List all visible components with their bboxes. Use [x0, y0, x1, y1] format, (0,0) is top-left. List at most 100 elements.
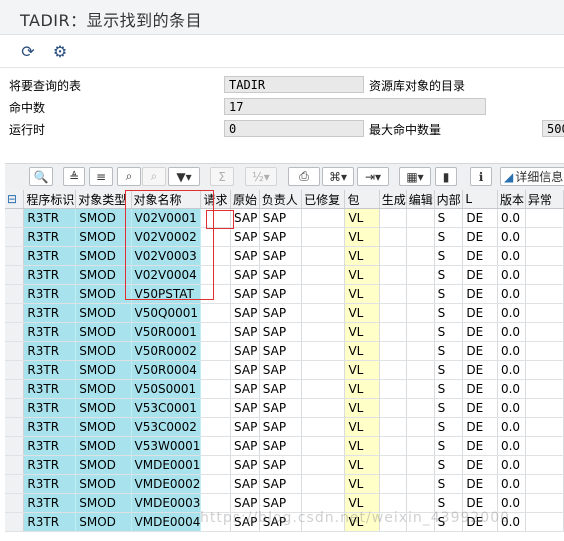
table-row[interactable]: R3TR SMOD VMDE0001 SAP SAP VL S DE 0.0 [5, 455, 564, 475]
row-selector[interactable] [5, 436, 25, 456]
table-cell[interactable] [525, 512, 564, 532]
table-cell[interactable]: DE [462, 360, 498, 380]
row-selector[interactable] [5, 493, 25, 513]
table-cell[interactable]: VMDE0003 [131, 493, 202, 513]
table-cell[interactable]: R3TR [23, 246, 77, 266]
table-cell[interactable]: VL [344, 303, 380, 323]
column-header[interactable]: 异常 [525, 190, 564, 209]
table-cell[interactable]: S [434, 246, 464, 266]
table-cell[interactable]: S [434, 322, 464, 342]
table-cell[interactable]: SAP [259, 360, 303, 380]
table-cell[interactable]: SAP [230, 246, 260, 266]
table-cell[interactable]: VL [344, 455, 380, 475]
filter-icon[interactable]: ▼▾ [168, 167, 200, 186]
table-cell[interactable] [200, 455, 232, 475]
table-cell[interactable] [379, 322, 407, 342]
table-cell[interactable]: R3TR [23, 436, 77, 456]
table-cell[interactable] [525, 455, 564, 475]
row-selector[interactable] [5, 208, 25, 228]
table-cell[interactable] [525, 493, 564, 513]
print-icon[interactable]: ⎙ [288, 167, 320, 186]
sort-descending-icon[interactable]: ≡ [89, 167, 113, 186]
table-cell[interactable] [525, 265, 564, 285]
table-row[interactable]: R3TR SMOD V50R0001 SAP SAP VL S DE 0.0 [5, 322, 564, 342]
table-cell[interactable] [406, 436, 435, 456]
table-cell[interactable]: 0.0 [497, 379, 526, 399]
table-cell[interactable]: VL [344, 341, 380, 361]
table-cell[interactable]: 0.0 [497, 474, 526, 494]
table-cell[interactable]: SAP [230, 284, 260, 304]
table-cell[interactable]: SAP [230, 265, 260, 285]
row-selector[interactable] [5, 455, 25, 475]
table-field[interactable]: TADIR [224, 76, 364, 93]
table-cell[interactable]: SAP [230, 398, 260, 418]
find-icon[interactable]: ⌕ [117, 167, 141, 186]
table-cell[interactable]: 0.0 [497, 398, 526, 418]
table-cell[interactable]: DE [462, 474, 498, 494]
row-selector[interactable] [5, 398, 25, 418]
table-cell[interactable]: S [434, 360, 464, 380]
table-cell[interactable]: DE [462, 398, 498, 418]
table-cell[interactable] [379, 379, 407, 399]
table-cell[interactable]: DE [462, 341, 498, 361]
table-row[interactable]: R3TR SMOD V02V0003 SAP SAP VL S DE 0.0 [5, 246, 564, 266]
table-cell[interactable] [525, 379, 564, 399]
table-cell[interactable]: SMOD [75, 246, 132, 266]
row-selector[interactable] [5, 474, 25, 494]
table-row[interactable]: R3TR SMOD V02V0004 SAP SAP VL S DE 0.0 [5, 265, 564, 285]
row-selector[interactable] [5, 265, 25, 285]
table-cell[interactable]: VL [344, 436, 380, 456]
table-cell[interactable]: V50Q0001 [131, 303, 202, 323]
table-cell[interactable]: VL [344, 417, 380, 437]
table-cell[interactable]: S [434, 455, 464, 475]
table-cell[interactable]: SAP [230, 360, 260, 380]
table-cell[interactable] [406, 227, 435, 247]
table-cell[interactable]: R3TR [23, 379, 77, 399]
table-row[interactable]: R3TR SMOD V50R0002 SAP SAP VL S DE 0.0 [5, 341, 564, 361]
table-cell[interactable] [525, 341, 564, 361]
table-cell[interactable]: R3TR [23, 417, 77, 437]
table-cell[interactable]: S [434, 398, 464, 418]
table-cell[interactable]: R3TR [23, 493, 77, 513]
table-cell[interactable]: SAP [230, 341, 260, 361]
table-cell[interactable] [406, 284, 435, 304]
table-cell[interactable]: 0.0 [497, 417, 526, 437]
row-selector[interactable] [5, 284, 25, 304]
table-cell[interactable]: SAP [230, 227, 260, 247]
table-cell[interactable]: SAP [230, 208, 260, 228]
table-cell[interactable] [200, 398, 232, 418]
table-cell[interactable]: SAP [259, 284, 303, 304]
table-cell[interactable]: R3TR [23, 512, 77, 532]
table-cell[interactable] [200, 417, 232, 437]
table-cell[interactable] [301, 360, 346, 380]
table-cell[interactable]: VL [344, 246, 380, 266]
table-cell[interactable]: R3TR [23, 398, 77, 418]
table-cell[interactable]: SAP [259, 208, 303, 228]
table-cell[interactable]: SMOD [75, 208, 132, 228]
table-cell[interactable]: DE [462, 208, 498, 228]
table-cell[interactable]: VMDE0001 [131, 455, 202, 475]
table-cell[interactable] [379, 417, 407, 437]
table-cell[interactable] [200, 436, 232, 456]
table-cell[interactable]: VMDE0002 [131, 474, 202, 494]
column-header[interactable]: 原始 [230, 190, 260, 209]
table-cell[interactable]: VL [344, 227, 380, 247]
table-cell[interactable]: SAP [259, 455, 303, 475]
table-cell[interactable] [301, 284, 346, 304]
table-cell[interactable]: VL [344, 284, 380, 304]
table-cell[interactable] [379, 455, 407, 475]
table-cell[interactable]: 0.0 [497, 436, 526, 456]
table-cell[interactable] [406, 341, 435, 361]
table-cell[interactable]: 0.0 [497, 265, 526, 285]
table-cell[interactable]: V53W0001 [131, 436, 202, 456]
table-cell[interactable]: V53C0001 [131, 398, 202, 418]
column-header[interactable]: L [462, 190, 498, 209]
table-cell[interactable] [301, 303, 346, 323]
table-cell[interactable]: SMOD [75, 379, 132, 399]
table-cell[interactable]: SMOD [75, 303, 132, 323]
table-cell[interactable]: VL [344, 265, 380, 285]
table-cell[interactable]: R3TR [23, 455, 77, 475]
table-cell[interactable]: DE [462, 303, 498, 323]
row-selector[interactable] [5, 227, 25, 247]
table-cell[interactable]: R3TR [23, 474, 77, 494]
